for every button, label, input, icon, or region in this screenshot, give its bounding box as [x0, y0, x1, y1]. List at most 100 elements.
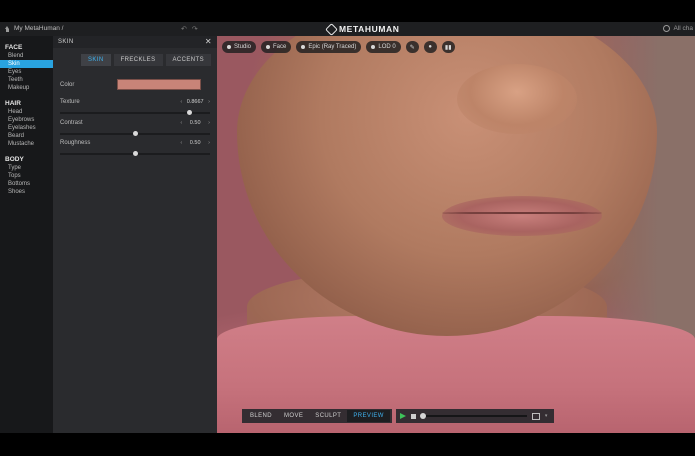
face-label: Face [273, 44, 287, 50]
logo-text: METAHUMAN [339, 24, 400, 34]
top-right-text[interactable]: All cha [673, 25, 693, 32]
chevron-down-icon[interactable]: ▾ [545, 413, 548, 419]
mode-move[interactable]: MOVE [278, 410, 309, 422]
bottom-controls: BLEND MOVE SCULPT PREVIEW ▾ [242, 409, 554, 423]
texture-slider-thumb[interactable] [186, 110, 192, 115]
sidebar-item-mustache[interactable]: Mustache [0, 140, 53, 148]
mode-preview[interactable]: PREVIEW [347, 410, 390, 422]
mode-tabs: BLEND MOVE SCULPT PREVIEW [242, 409, 392, 423]
sidebar-item-eyebrows[interactable]: Eyebrows [0, 116, 53, 124]
sidebar-item-bottoms[interactable]: Bottoms [0, 180, 53, 188]
decrement-icon[interactable]: ‹ [180, 140, 182, 146]
sidebar-item-makeup[interactable]: Makeup [0, 84, 53, 92]
lod-button[interactable]: LOD 0 [366, 41, 401, 53]
undo-redo-group: ↶ ↷ [181, 25, 198, 33]
studio-label: Studio [234, 44, 252, 50]
contrast-slider-row: Contrast ‹ 0.50 › [60, 120, 210, 140]
mode-sculpt[interactable]: SCULPT [309, 410, 347, 422]
contrast-slider-thumb[interactable] [132, 131, 138, 136]
tab-accents[interactable]: ACCENTS [165, 54, 211, 66]
metahuman-logo-icon [325, 22, 338, 36]
contrast-slider-track[interactable] [60, 131, 210, 136]
top-right-status[interactable]: All cha [663, 25, 693, 32]
sidebar-item-head[interactable]: Head [0, 108, 53, 116]
letterbox-bottom [0, 433, 695, 456]
panel-title: SKIN [58, 39, 74, 45]
split-view-icon[interactable]: ▮▮ [441, 41, 455, 53]
animation-player: ▾ [395, 409, 554, 423]
decrement-icon[interactable]: ‹ [180, 120, 182, 126]
quality-icon [301, 45, 306, 49]
skin-color-swatch[interactable] [117, 79, 201, 90]
3d-viewport[interactable]: Studio Face Epic (Ray Traced) LOD 0 ✎ ● … [217, 36, 695, 433]
sidebar-item-eyelashes[interactable]: Eyelashes [0, 124, 53, 132]
globe-icon [663, 25, 671, 32]
panel-header: SKIN ✕ [53, 36, 217, 48]
light-icon [227, 45, 231, 49]
sidebar-item-teeth[interactable]: Teeth [0, 76, 53, 84]
color-label: Color [60, 82, 75, 88]
settings-icon[interactable]: ● [423, 41, 437, 53]
texture-stepper: ‹ 0.8667 › [180, 99, 210, 105]
home-icon [4, 25, 11, 32]
tab-freckles[interactable]: FRECKLES [113, 54, 163, 66]
render-nose [457, 64, 577, 134]
redo-icon[interactable]: ↷ [192, 25, 198, 33]
brush-icon[interactable]: ✎ [405, 41, 419, 53]
texture-value[interactable]: 0.8667 [185, 99, 205, 105]
close-icon[interactable]: ✕ [205, 38, 212, 46]
roughness-label: Roughness [60, 140, 91, 146]
roughness-stepper: ‹ 0.50 › [180, 140, 210, 146]
tab-skin[interactable]: SKIN [81, 54, 111, 66]
camera-icon [266, 45, 271, 49]
contrast-value[interactable]: 0.50 [185, 120, 205, 126]
breadcrumb[interactable]: My MetaHuman / [4, 25, 64, 32]
quality-button[interactable]: Epic (Ray Traced) [296, 41, 362, 53]
lod-label: LOD 0 [378, 44, 396, 50]
stop-icon[interactable] [410, 413, 416, 419]
roughness-slider-thumb[interactable] [132, 151, 138, 156]
category-body: BODY [5, 156, 24, 163]
contrast-label: Contrast [60, 120, 83, 126]
app-logo: METAHUMAN [325, 22, 400, 36]
quality-label: Epic (Ray Traced) [308, 44, 357, 50]
play-icon[interactable] [399, 413, 406, 419]
timeline-scrubber[interactable] [419, 413, 426, 419]
contrast-stepper: ‹ 0.50 › [180, 120, 210, 126]
texture-slider-row: Texture ‹ 0.8667 › [60, 99, 210, 119]
studio-button[interactable]: Studio [222, 41, 257, 53]
film-icon[interactable] [531, 412, 540, 420]
panel-tabs: SKIN FRECKLES ACCENTS [81, 54, 211, 66]
render-lips [442, 196, 602, 236]
breadcrumb-text[interactable]: My MetaHuman / [14, 25, 64, 32]
sidebar-item-skin[interactable]: Skin [0, 60, 53, 68]
roughness-slider-track[interactable] [60, 151, 210, 156]
lod-icon [371, 45, 376, 49]
increment-icon[interactable]: › [208, 99, 210, 105]
sidebar-item-shoes[interactable]: Shoes [0, 188, 53, 196]
face-camera-button[interactable]: Face [261, 41, 292, 53]
roughness-slider-row: Roughness ‹ 0.50 › [60, 140, 210, 160]
texture-label: Texture [60, 99, 80, 105]
sidebar-item-blend[interactable]: Blend [0, 52, 53, 60]
letterbox-top [0, 0, 695, 22]
render-lip-line [442, 212, 602, 214]
increment-icon[interactable]: › [208, 140, 210, 146]
category-sidebar: FACE Blend Skin Eyes Teeth Makeup HAIR H… [0, 36, 53, 433]
increment-icon[interactable]: › [208, 120, 210, 126]
sidebar-item-tops[interactable]: Tops [0, 172, 53, 180]
sidebar-item-eyes[interactable]: Eyes [0, 68, 53, 76]
mode-blend[interactable]: BLEND [244, 410, 278, 422]
undo-icon[interactable]: ↶ [181, 25, 187, 33]
decrement-icon[interactable]: ‹ [180, 99, 182, 105]
roughness-value[interactable]: 0.50 [185, 140, 205, 146]
sidebar-item-beard[interactable]: Beard [0, 132, 53, 140]
texture-slider-track[interactable] [60, 110, 210, 115]
viewport-toolbar: Studio Face Epic (Ray Traced) LOD 0 ✎ ● … [222, 41, 455, 53]
category-face: FACE [5, 44, 23, 51]
top-bar: My MetaHuman / ↶ ↷ METAHUMAN All cha [0, 22, 695, 36]
sidebar-item-type[interactable]: Type [0, 164, 53, 172]
category-hair: HAIR [5, 100, 21, 107]
timeline-track[interactable] [419, 413, 527, 419]
skin-panel: SKIN ✕ SKIN FRECKLES ACCENTS Color Textu… [53, 36, 217, 433]
